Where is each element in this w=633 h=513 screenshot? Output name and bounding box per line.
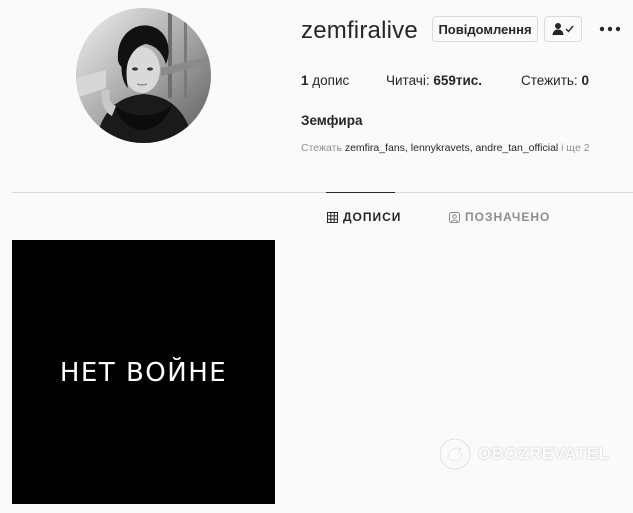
posts-count-value: 1: [301, 73, 309, 88]
followed-by-suffix: і ще 2: [558, 142, 590, 154]
following-label: Стежить:: [521, 73, 582, 88]
tab-tagged-label: ПОЗНАЧЕНО: [465, 210, 551, 224]
followers-value: 659тис.: [433, 73, 483, 88]
tagged-icon: [449, 211, 460, 223]
following-count[interactable]: Стежить: 0: [521, 73, 589, 88]
posts-count-label: допис: [308, 73, 350, 88]
following-value: 0: [581, 73, 589, 88]
profile-username: zemfiralive: [301, 17, 418, 44]
person-check-icon: [552, 23, 574, 35]
profile-full-name: Земфира: [301, 113, 363, 128]
followers-label: Читачі:: [386, 73, 434, 88]
profile-divider: [12, 192, 633, 193]
followers-count[interactable]: Читачі: 659тис.: [386, 73, 482, 88]
active-tab-indicator: [326, 192, 395, 193]
profile-avatar[interactable]: [76, 8, 211, 143]
following-toggle-button[interactable]: [544, 16, 582, 42]
tab-tagged[interactable]: ПОЗНАЧЕНО: [449, 210, 550, 224]
profile-page: zemfiralive Повідомлення 1 допис Читачі:…: [0, 0, 633, 513]
tab-posts[interactable]: ДОПИСИ: [327, 210, 401, 224]
tab-posts-label: ДОПИСИ: [343, 210, 402, 224]
watermark: OBOZREVATEL: [438, 437, 609, 471]
watermark-text: OBOZREVATEL: [478, 444, 610, 463]
post-text: НЕТ ВОЙНЕ: [59, 358, 228, 388]
followed-by-line[interactable]: Стежать zemfira_fans, lennykravets, andr…: [301, 142, 590, 154]
watermark-logo-icon: [438, 437, 472, 471]
message-button[interactable]: Повідомлення: [432, 16, 538, 42]
more-options-icon[interactable]: [598, 18, 622, 40]
post-thumbnail[interactable]: НЕТ ВОЙНЕ: [12, 240, 275, 504]
grid-icon: [327, 211, 338, 223]
followed-by-prefix: Стежать: [301, 142, 345, 154]
posts-count: 1 допис: [301, 73, 349, 88]
followed-by-names: zemfira_fans, lennykravets, andre_tan_of…: [344, 142, 559, 154]
avatar-photo: [76, 8, 211, 143]
